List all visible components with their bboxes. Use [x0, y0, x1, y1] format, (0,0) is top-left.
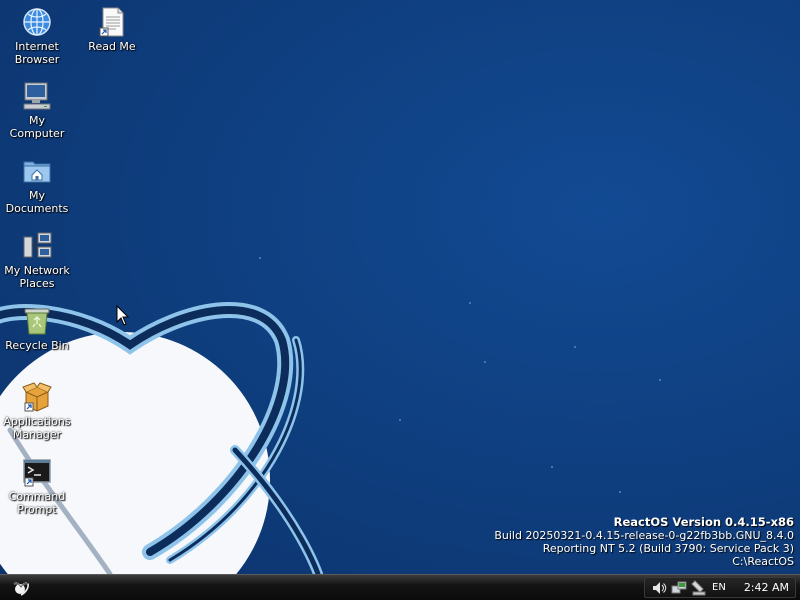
- desktop-icon-my-computer[interactable]: My Computer: [1, 80, 73, 140]
- recycle-bin-label: Recycle Bin: [5, 339, 69, 352]
- system-tray: EN 2:42 AM: [644, 577, 796, 598]
- start-button[interactable]: [6, 578, 36, 598]
- clock[interactable]: 2:42 AM: [744, 581, 789, 594]
- internet-browser-label-2: Browser: [14, 53, 60, 66]
- taskbar: EN 2:42 AM: [0, 574, 800, 600]
- reactos-wallpaper-logo: [0, 257, 661, 574]
- network-status-icon[interactable]: [671, 580, 687, 596]
- my-documents-label-2: Documents: [5, 202, 69, 215]
- desktop-icon-internet-browser[interactable]: Internet Browser: [1, 6, 73, 66]
- reactos-logo-icon: [13, 582, 29, 596]
- desktop-icon-recycle-bin[interactable]: Recycle Bin: [1, 305, 73, 352]
- read-me-label: Read Me: [88, 40, 136, 53]
- package-icon: [22, 382, 52, 412]
- volume-icon[interactable]: [651, 580, 667, 596]
- folder-home-icon: [23, 161, 51, 183]
- version-title: ReactOS Version 0.4.15-x86: [613, 515, 794, 529]
- my-documents-label: My: [28, 189, 45, 202]
- desktop-icon-read-me[interactable]: Read Me: [76, 6, 148, 53]
- safely-remove-icon[interactable]: [691, 579, 707, 596]
- desktop[interactable]: Internet Browser Read Me My Computer My …: [0, 0, 800, 574]
- my-network-places-label-2: Places: [19, 277, 55, 290]
- internet-browser-label: Internet: [15, 40, 59, 53]
- desktop-icon-my-network-places[interactable]: My Network Places: [1, 230, 73, 290]
- desktop-icon-applications-manager[interactable]: Applications Manager: [1, 381, 73, 441]
- version-info: ReactOS Version 0.4.15-x86 Build 2025032…: [494, 515, 794, 569]
- desktop-icon-my-documents[interactable]: My Documents: [1, 155, 73, 215]
- applications-manager-label: Applications: [3, 415, 71, 428]
- my-computer-label: My: [28, 114, 45, 127]
- version-path: C:\ReactOS: [732, 555, 794, 568]
- network-icon: [23, 232, 52, 258]
- recycle-bin-icon: [24, 308, 50, 335]
- applications-manager-label-2: Manager: [12, 428, 62, 441]
- my-network-places-label: My Network: [4, 264, 70, 277]
- my-computer-label-2: Computer: [9, 127, 65, 140]
- document-icon: [99, 7, 124, 37]
- command-prompt-label-2: Prompt: [17, 503, 57, 516]
- command-prompt-label: Command: [8, 490, 66, 503]
- terminal-icon: [23, 459, 51, 487]
- version-build: Build 20250321-0.4.15-release-0-g22fb3bb…: [494, 529, 794, 542]
- language-indicator[interactable]: EN: [712, 582, 726, 593]
- desktop-icon-command-prompt[interactable]: Command Prompt: [1, 456, 73, 516]
- globe-icon: [23, 8, 51, 36]
- version-reporting: Reporting NT 5.2 (Build 3790: Service Pa…: [542, 542, 794, 555]
- mouse-cursor-icon: [116, 305, 130, 326]
- computer-icon: [23, 82, 51, 110]
